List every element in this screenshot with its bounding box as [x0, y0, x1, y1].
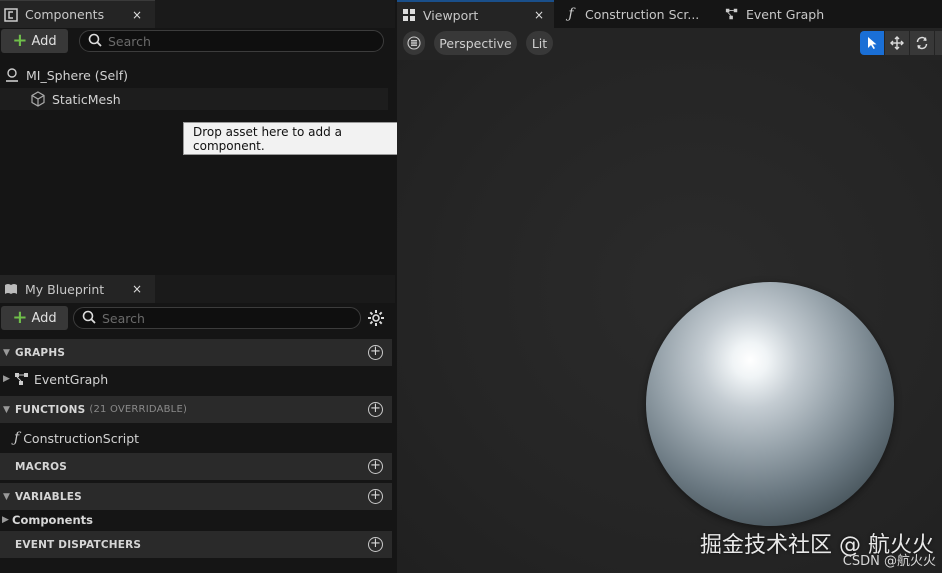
graph-icon — [14, 372, 30, 386]
static-mesh-icon — [30, 91, 46, 107]
rotate-tool-button[interactable] — [910, 31, 934, 55]
components-category-label: Components — [12, 513, 93, 527]
add-graph-icon[interactable]: + — [368, 345, 383, 360]
graph-icon — [725, 7, 739, 21]
add-component-button[interactable]: + Add — [1, 29, 68, 53]
section-variables-label: VARIABLES — [15, 490, 82, 503]
add-event-dispatcher-icon[interactable]: + — [368, 537, 383, 552]
tree-item-self-label: MI_Sphere (Self) — [26, 67, 128, 83]
lit-button[interactable]: Lit — [526, 31, 553, 55]
expand-triangle-icon[interactable]: ▶ — [0, 515, 12, 525]
viewport-tab-label: Viewport — [423, 7, 479, 23]
cursor-arrow-icon — [866, 36, 878, 50]
my-blueprint-tab-label: My Blueprint — [25, 281, 105, 297]
editor-area: Viewport × ƒ Construction Scr... Event G… — [397, 0, 942, 573]
plus-icon: + — [12, 307, 28, 328]
collapse-triangle-icon[interactable]: ▼ — [3, 348, 15, 358]
search-icon — [82, 310, 96, 327]
tab-viewport[interactable]: Viewport × — [397, 0, 554, 28]
tree-item-staticmesh-label: StaticMesh — [52, 91, 121, 107]
rotate-icon — [915, 36, 929, 50]
add-macro-icon[interactable]: + — [368, 459, 383, 474]
section-macros-label: MACROS — [15, 460, 68, 473]
sphere-mesh[interactable] — [646, 282, 894, 526]
add-component-label: Add — [31, 33, 57, 49]
settings-gear-icon[interactable] — [367, 309, 385, 327]
scale-tool-button-partial[interactable] — [935, 31, 942, 55]
book-icon — [4, 282, 18, 296]
tree-item-staticmesh[interactable]: StaticMesh — [0, 88, 388, 110]
construction-script-tab-label: Construction Scr... — [585, 6, 700, 22]
hamburger-menu-icon — [407, 36, 421, 50]
actor-icon — [4, 67, 20, 83]
blueprint-search-input[interactable] — [102, 310, 322, 326]
section-functions-label: FUNCTIONS — [15, 403, 86, 416]
section-variables[interactable]: ▼ VARIABLES + — [0, 483, 392, 510]
translate-tool-button[interactable] — [885, 31, 909, 55]
watermark-csdn-text: CSDN @航火火 — [842, 554, 936, 569]
search-icon — [88, 33, 102, 50]
expand-triangle-icon[interactable]: ▶ — [0, 374, 14, 384]
tab-components[interactable]: Components × — [0, 0, 155, 28]
tab-construction-script[interactable]: ƒ Construction Scr... — [564, 0, 699, 28]
add-blueprint-item-button[interactable]: + Add — [1, 306, 68, 330]
tab-my-blueprint[interactable]: My Blueprint × — [0, 275, 155, 303]
close-icon[interactable]: × — [534, 8, 544, 22]
left-panels: Components × + Add MI_Sphere (Self) Stat… — [0, 0, 402, 573]
components-search[interactable] — [79, 30, 384, 52]
function-icon: ƒ — [14, 430, 20, 446]
select-tool-button[interactable] — [860, 31, 884, 55]
blueprint-search[interactable] — [73, 307, 361, 329]
add-blueprint-label: Add — [31, 310, 57, 326]
section-functions[interactable]: ▼ FUNCTIONS (21 OVERRIDABLE) + — [0, 396, 392, 423]
section-graphs-label: GRAPHS — [15, 346, 66, 359]
overridable-count: (21 OVERRIDABLE) — [89, 404, 188, 415]
function-icon: ƒ — [568, 6, 574, 22]
drop-tooltip: Drop asset here to add a component. — [183, 122, 402, 155]
viewport-menu-button[interactable] — [403, 31, 425, 55]
event-graph-tab-label: Event Graph — [746, 6, 825, 22]
plus-icon: + — [12, 30, 28, 51]
components-search-input[interactable] — [108, 33, 348, 49]
eventgraph-label: EventGraph — [34, 371, 109, 387]
collapse-triangle-icon[interactable]: ▼ — [3, 492, 15, 502]
add-variable-icon[interactable]: + — [368, 489, 383, 504]
viewport-icon — [402, 8, 416, 22]
list-item-eventgraph[interactable]: ▶ EventGraph — [0, 368, 108, 390]
close-icon[interactable]: × — [132, 8, 142, 22]
list-item-constructionscript[interactable]: ƒ ConstructionScript — [14, 427, 139, 449]
tab-event-graph[interactable]: Event Graph — [725, 0, 824, 28]
section-event-dispatchers[interactable]: EVENT DISPATCHERS + — [0, 531, 392, 558]
components-tab-label: Components — [25, 7, 105, 22]
perspective-button[interactable]: Perspective — [434, 31, 517, 55]
close-icon[interactable]: × — [132, 282, 142, 296]
constructionscript-label: ConstructionScript — [23, 430, 140, 446]
add-function-icon[interactable]: + — [368, 402, 383, 417]
tree-item-self[interactable]: MI_Sphere (Self) — [4, 64, 128, 86]
list-item-components-category[interactable]: ▶ Components — [0, 509, 93, 531]
viewport-canvas[interactable] — [397, 60, 942, 573]
section-graphs[interactable]: ▼ GRAPHS + — [0, 339, 392, 366]
move-arrows-icon — [890, 36, 904, 50]
section-macros[interactable]: MACROS + — [0, 453, 392, 480]
components-icon — [4, 7, 18, 22]
section-event-dispatchers-label: EVENT DISPATCHERS — [15, 538, 142, 551]
collapse-triangle-icon[interactable]: ▼ — [3, 405, 15, 415]
